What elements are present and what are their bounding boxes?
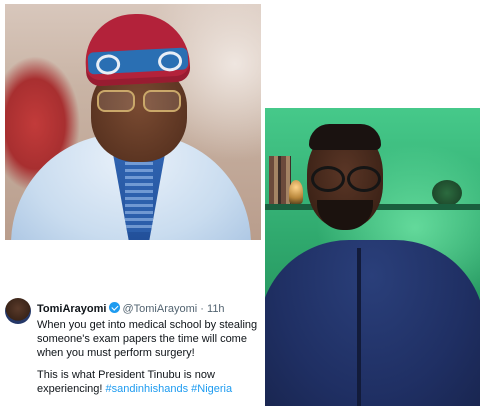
hashtag-link[interactable]: #sandinhishands [106, 383, 189, 395]
tweet-paragraph-2: This is what President Tinubu is now exp… [37, 368, 263, 396]
shirt-placket [357, 248, 361, 406]
top-left-photo [5, 4, 261, 240]
glasses-icon [311, 166, 381, 192]
navy-shirt [265, 240, 480, 406]
plant [432, 180, 462, 206]
hair [309, 124, 381, 150]
tweet-header: TomiArayomi @TomiArayomi · 11h [37, 301, 261, 317]
tweet-card: TomiArayomi @TomiArayomi · 11h When you g… [5, 292, 261, 406]
display-name[interactable]: TomiArayomi [37, 303, 106, 315]
tweet-timestamp[interactable]: 11h [207, 303, 225, 315]
cap-band [87, 47, 189, 75]
right-video-photo [265, 108, 480, 406]
tweet-paragraph-1: When you get into medical school by stea… [37, 319, 258, 359]
user-handle[interactable]: @TomiArayomi [122, 303, 197, 315]
header-separator: · [200, 303, 204, 315]
verified-badge-icon [109, 302, 121, 313]
avatar[interactable] [5, 298, 31, 324]
tweet-body: When you get into medical school by stea… [37, 318, 263, 404]
books [269, 156, 291, 204]
screenshot-canvas: TomiArayomi @TomiArayomi · 11h When you g… [0, 0, 484, 406]
glasses-icon [97, 90, 181, 112]
lamp [289, 180, 303, 204]
hashtag-link[interactable]: #Nigeria [191, 383, 232, 395]
